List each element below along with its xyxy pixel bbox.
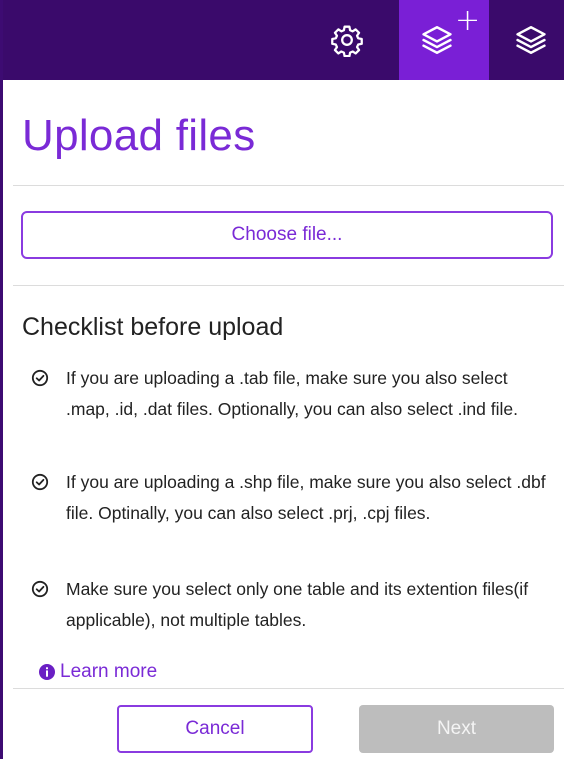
- checklist-item: Make sure you select only one table and …: [31, 574, 551, 635]
- divider: [13, 185, 564, 186]
- plus-badge: +: [455, 3, 481, 38]
- page-title: Upload files: [22, 111, 256, 160]
- checklist-item-text: Make sure you select only one table and …: [66, 579, 529, 630]
- choose-file-button[interactable]: Choose file...: [21, 211, 553, 259]
- upload-panel: + Upload files Choose file... Checklist …: [0, 0, 564, 759]
- layers-button[interactable]: [497, 0, 564, 80]
- checklist-item-text: If you are uploading a .shp file, make s…: [66, 472, 546, 523]
- settings-button[interactable]: [309, 0, 385, 80]
- gear-icon: [331, 25, 363, 57]
- divider: [13, 688, 564, 689]
- next-button[interactable]: Next: [359, 705, 554, 753]
- add-layer-button[interactable]: +: [399, 0, 489, 80]
- top-toolbar: +: [3, 0, 564, 80]
- check-circle-icon: [31, 580, 49, 598]
- learn-more-link[interactable]: Learn more: [39, 661, 157, 683]
- checklist-title: Checklist before upload: [22, 313, 284, 341]
- checklist-item: If you are uploading a .shp file, make s…: [31, 467, 551, 528]
- layers-icon: [515, 26, 546, 54]
- learn-more-label: Learn more: [60, 661, 158, 682]
- checklist-item-text: If you are uploading a .tab file, make s…: [66, 368, 518, 419]
- divider: [13, 285, 564, 286]
- checklist-item: If you are uploading a .tab file, make s…: [31, 363, 551, 424]
- add-layer-icon: [422, 26, 452, 54]
- info-icon: [39, 664, 55, 680]
- check-circle-icon: [31, 473, 49, 491]
- check-circle-icon: [31, 369, 49, 387]
- cancel-button[interactable]: Cancel: [117, 705, 313, 753]
